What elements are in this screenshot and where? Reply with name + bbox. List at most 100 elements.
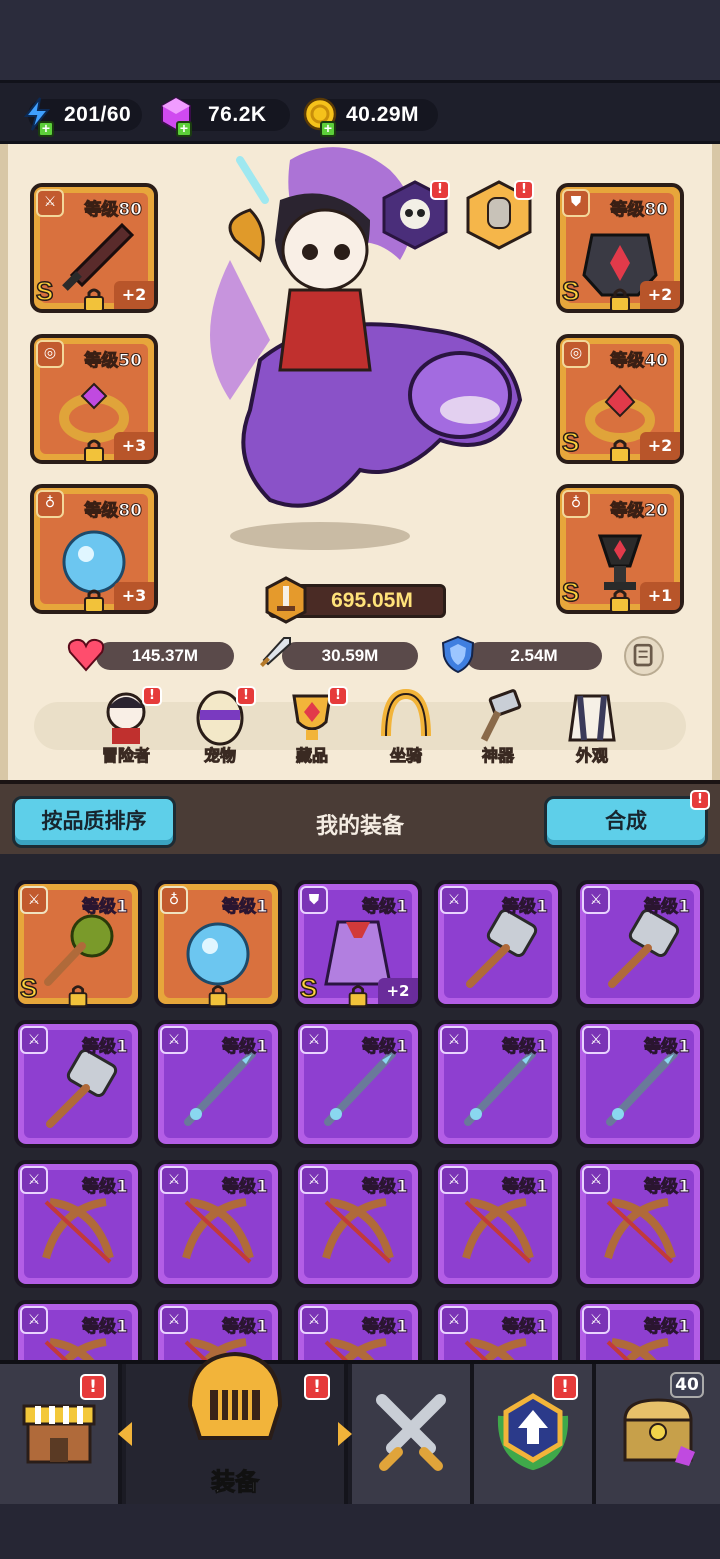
item-level: 等级1 (502, 1177, 549, 1198)
inventory-item[interactable]: ⚔ 等级1 (576, 1300, 704, 1360)
slot-grade: S (35, 275, 54, 307)
pet-alert-badge: ! (430, 180, 450, 200)
necklace-type-icon: ♁ (562, 490, 590, 518)
necklace-type-icon: ♁ (36, 490, 64, 518)
tab-treasure[interactable]: 40 (596, 1364, 720, 1504)
menu-alert-badge: ! (142, 686, 162, 706)
menu-collection[interactable]: 藏品! (272, 686, 352, 768)
menu-pet[interactable]: 宠物! (180, 686, 260, 768)
lock-icon (84, 439, 104, 463)
item-level: 等级1 (82, 1177, 129, 1198)
weapon-type-icon: ⚔ (300, 1166, 328, 1194)
item-level: 等级1 (502, 1037, 549, 1058)
menu-adventurer[interactable]: 冒险者! (86, 686, 166, 768)
add-gold-icon[interactable]: + (320, 121, 336, 137)
equipped-right-slot-armor[interactable]: ⛊ 等级80 S +2 (556, 183, 684, 313)
slot-grade: S (561, 576, 580, 608)
companion-slot[interactable]: ! (464, 180, 534, 250)
tab-shop[interactable]: ! (0, 1364, 122, 1504)
slot-level: 等级80 (610, 200, 669, 221)
equipped-left-slot-ring[interactable]: ◎ 等级50 +3 (30, 334, 158, 464)
weapon-type-icon: ⚔ (582, 886, 610, 914)
equipped-right-slot-necklace[interactable]: ♁ 等级20 S +1 (556, 484, 684, 614)
item-level: 等级1 (644, 1317, 691, 1338)
menu-alert-badge: ! (328, 686, 348, 706)
inventory-item[interactable]: ⚔ 等级1 (576, 1020, 704, 1148)
hammer-icon (608, 908, 680, 988)
combat-power-sword-icon (265, 576, 307, 624)
gold-counter[interactable]: + 40.29M (303, 97, 438, 137)
menu-artifact[interactable]: 神器 (458, 686, 538, 768)
slot-grade: S (561, 426, 580, 458)
inventory-item[interactable]: ⚔ 等级1 (14, 1300, 142, 1360)
stat-attack: 30.59M (282, 642, 418, 670)
equipped-right-slot-ring[interactable]: ◎ 等级40 S +2 (556, 334, 684, 464)
slot-level: 等级40 (610, 351, 669, 372)
resource-bar: + 201/60 + 76.2K + 40.29M (0, 80, 720, 144)
bow-icon (322, 1198, 394, 1264)
inventory-item[interactable]: ⚔ 等级1 (434, 1020, 562, 1148)
energy-counter[interactable]: + 201/60 (23, 97, 142, 137)
mace-icon (44, 914, 114, 986)
tab-equipment-label: 装备 (211, 1468, 260, 1497)
lock-icon (208, 985, 228, 1008)
item-bonus: +2 (378, 978, 418, 1004)
inventory-item[interactable]: ⚔ 等级1 (294, 1300, 422, 1360)
inventory-item[interactable]: ⚔ 等级1 (434, 1160, 562, 1288)
inventory-item[interactable]: ⚔ 等级1 (576, 1160, 704, 1288)
stats-detail-button[interactable] (624, 636, 664, 676)
stat-hp: 145.37M (96, 642, 234, 670)
hammer-icon (466, 908, 538, 988)
gems-counter[interactable]: + 76.2K (161, 96, 290, 137)
slot-bonus: +2 (114, 281, 154, 309)
weapon-type-icon: ⚔ (440, 1026, 468, 1054)
item-level: 等级1 (82, 1037, 129, 1058)
inventory-item[interactable]: ⚔ 等级1 S (14, 880, 142, 1008)
chest-count-badge: 40 (670, 1372, 704, 1398)
inventory-item[interactable]: ⚔ 等级1 (14, 1160, 142, 1288)
pet-slot[interactable]: ! (380, 180, 450, 250)
merge-button[interactable]: 合成 (544, 796, 708, 848)
tab-equipment[interactable]: 装备 ! (118, 1351, 352, 1504)
slot-level: 等级20 (610, 501, 669, 522)
equipped-left-slot-necklace[interactable]: ♁ 等级80 +3 (30, 484, 158, 614)
menu-mount[interactable]: 坐骑 (366, 686, 446, 768)
weapon-type-icon: ⚔ (440, 886, 468, 914)
item-level: 等级1 (222, 1177, 269, 1198)
menu-appearance[interactable]: 外观 (552, 686, 632, 768)
lock-icon (84, 288, 104, 312)
slot-level: 等级50 (84, 351, 143, 372)
tab-upgrade[interactable]: ! (474, 1364, 596, 1504)
ring-type-icon: ◎ (36, 340, 64, 368)
inventory-item[interactable]: ⚔ 等级1 (576, 880, 704, 1008)
tab-battle[interactable] (352, 1364, 474, 1504)
inventory-item[interactable]: ⚔ 等级1 (434, 880, 562, 1008)
inventory-item[interactable]: ⛊ 等级1 S +2 (294, 880, 422, 1008)
weapon-type-icon: ⚔ (582, 1026, 610, 1054)
equipped-left-slot-weapon[interactable]: ⚔ 等级80 S +2 (30, 183, 158, 313)
spear-icon (464, 1050, 536, 1126)
inventory-item[interactable]: ⚔ 等级1 (294, 1020, 422, 1148)
item-level: 等级1 (644, 1037, 691, 1058)
weapon-type-icon: ⚔ (20, 1166, 48, 1194)
weapon-type-icon: ⚔ (20, 1026, 48, 1054)
add-gems-icon[interactable]: + (176, 121, 192, 137)
item-level: 等级1 (644, 1177, 691, 1198)
weapon-type-icon: ⚔ (160, 1306, 188, 1334)
weapon-type-icon: ⚔ (582, 1306, 610, 1334)
bottom-navigation: ! 装备 ! ! 40 (0, 1351, 720, 1504)
inventory-item[interactable]: ♁ 等级1 (154, 880, 282, 1008)
inventory-item[interactable]: ⚔ 等级1 (434, 1300, 562, 1360)
item-grade: S (19, 972, 38, 1004)
add-energy-icon[interactable]: + (38, 121, 54, 137)
shield-icon (441, 635, 475, 674)
weapon-type-icon: ⚔ (20, 1306, 48, 1334)
inventory-item[interactable]: ⚔ 等级1 (14, 1020, 142, 1148)
inventory-item[interactable]: ⚔ 等级1 (294, 1160, 422, 1288)
item-level: 等级1 (502, 897, 549, 918)
inventory-item[interactable]: ⚔ 等级1 (154, 1160, 282, 1288)
sort-by-quality-button[interactable]: 按品质排序 (12, 796, 176, 848)
inventory-item[interactable]: ⚔ 等级1 (154, 1020, 282, 1148)
item-level: 等级1 (82, 897, 129, 918)
artifact-icon (480, 689, 522, 742)
